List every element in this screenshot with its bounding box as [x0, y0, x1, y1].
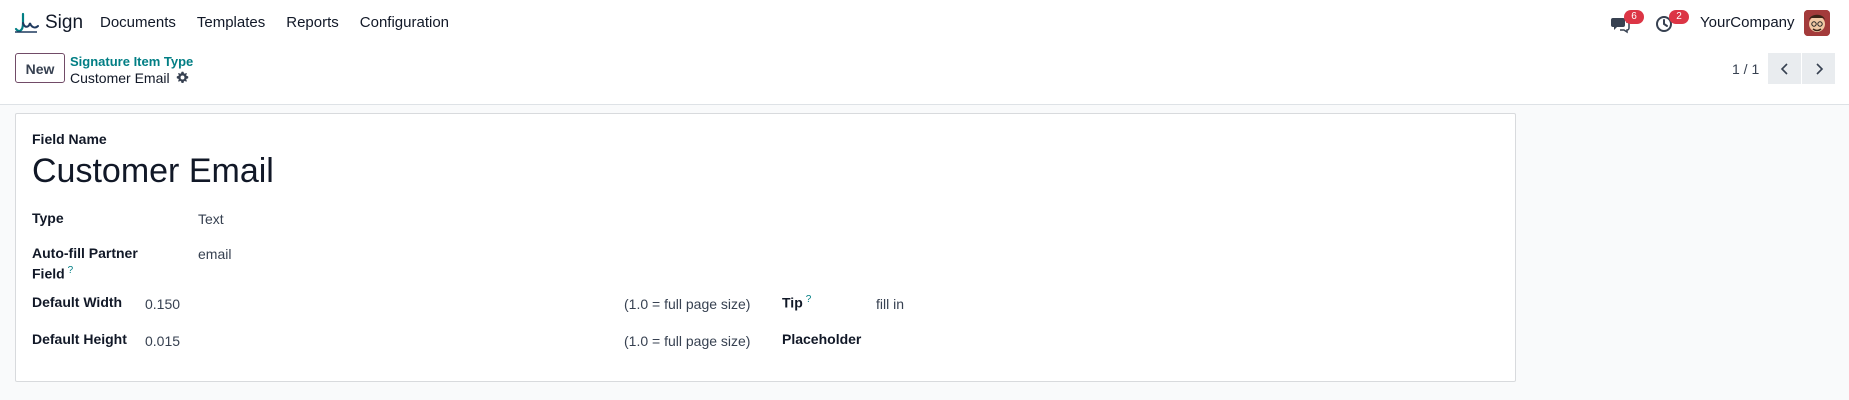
autofill-field-select[interactable]: email [198, 246, 231, 262]
breadcrumb-parent-link[interactable]: Signature Item Type [70, 54, 193, 69]
default-width-label: Default Width [32, 294, 123, 310]
type-label: Type [32, 210, 64, 226]
tip-help-icon[interactable]: ? [806, 294, 812, 305]
pager-value[interactable]: 1 / 1 [1732, 61, 1759, 77]
company-switcher[interactable]: YourCompany [1700, 14, 1795, 31]
default-width-input[interactable]: 0.150 [145, 296, 180, 312]
sign-app-logo-icon[interactable] [13, 11, 39, 35]
messages-count-badge: 6 [1624, 10, 1644, 24]
default-height-input[interactable]: 0.015 [145, 333, 180, 349]
activities-count-badge: 2 [1669, 10, 1689, 24]
messages-tray-button[interactable]: 6 [1610, 10, 1644, 34]
field-name-label: Field Name [32, 131, 107, 147]
gear-icon[interactable] [176, 71, 189, 84]
record-title: Customer Email [70, 70, 170, 86]
menu-reports[interactable]: Reports [286, 14, 339, 31]
menu-configuration[interactable]: Configuration [360, 14, 449, 31]
user-avatar-icon [1804, 10, 1830, 36]
tip-label: Tip? [782, 294, 811, 311]
default-height-label: Default Height [32, 331, 127, 347]
app-name[interactable]: Sign [45, 12, 83, 34]
autofill-help-icon[interactable]: ? [68, 265, 74, 276]
chevron-left-icon [1780, 62, 1788, 75]
top-navbar: Sign Documents Templates Reports Configu… [0, 0, 1849, 46]
main-menu: Documents Templates Reports Configuratio… [100, 14, 470, 31]
field-name-input[interactable]: Customer Email [32, 152, 274, 191]
placeholder-input[interactable] [876, 333, 1476, 351]
default-height-hint: (1.0 = full page size) [624, 333, 751, 349]
chevron-right-icon [1815, 62, 1823, 75]
autofill-label-text: Field [32, 265, 65, 282]
user-avatar[interactable] [1804, 10, 1830, 36]
autofill-label-line2: Field? [32, 265, 73, 282]
pager-previous-button[interactable] [1768, 53, 1801, 84]
control-panel: New Signature Item Type Customer Email 1… [0, 46, 1849, 105]
placeholder-label: Placeholder [782, 331, 862, 347]
tip-input[interactable]: fill in [876, 296, 904, 312]
menu-documents[interactable]: Documents [100, 14, 176, 31]
type-select[interactable]: Text [198, 211, 224, 227]
default-width-hint: (1.0 = full page size) [624, 296, 751, 312]
menu-templates[interactable]: Templates [197, 14, 265, 31]
autofill-label-line1: Auto-fill Partner [32, 245, 138, 261]
activities-tray-button[interactable]: 2 [1655, 10, 1689, 34]
new-button[interactable]: New [15, 53, 65, 83]
pager-next-button[interactable] [1802, 53, 1835, 84]
form-sheet: Field Name Customer Email Type Text Auto… [15, 113, 1516, 382]
tip-label-text: Tip [782, 294, 803, 311]
